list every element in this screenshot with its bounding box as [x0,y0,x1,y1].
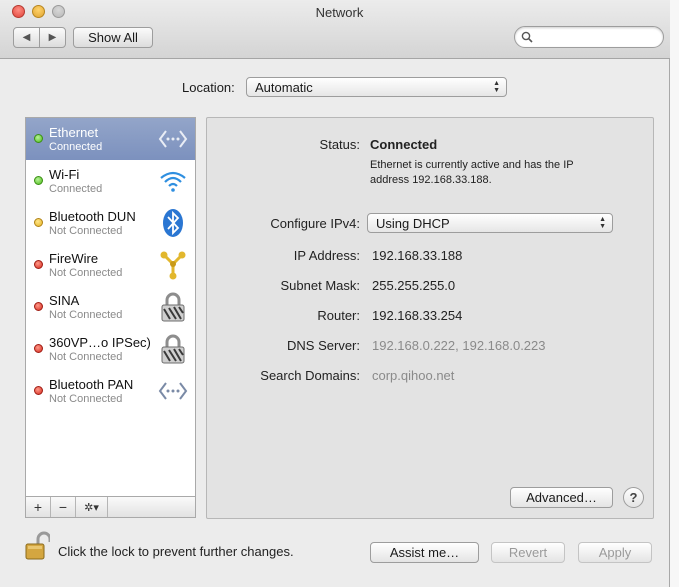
location-value: Automatic [255,79,313,95]
configure-ipv4-value: Using DHCP [376,215,450,231]
forward-button[interactable]: ▶ [39,28,65,47]
bluetooth-pan-icon [157,375,189,407]
remove-service-button[interactable]: − [51,497,76,517]
service-item-sina[interactable]: SINA Not Connected [26,286,195,328]
add-service-button[interactable]: + [26,497,51,517]
subnet-mask-label: Subnet Mask: [280,278,361,293]
lock-icon[interactable] [24,531,52,564]
window-title: Network [315,5,364,20]
back-button[interactable]: ◀ [14,28,39,47]
search-domains-label: Search Domains: [260,368,360,383]
service-list: Ethernet Connected Wi-Fi Connected Bluet… [25,117,196,497]
apply-button[interactable]: Apply [578,542,652,563]
lock-message: Click the lock to prevent further change… [58,544,294,559]
service-item-firewire[interactable]: FireWire Not Connected [26,244,195,286]
search-icon [521,31,533,43]
gear-menu-button[interactable]: ✲▾ [76,497,108,517]
dns-server-label: DNS Server: [287,338,360,353]
router-value: 192.168.33.254 [372,308,463,323]
wifi-icon [157,165,189,197]
dns-server-value: 192.168.0.222, 192.168.0.223 [372,338,546,353]
search-domains-value: corp.qihoo.net [372,368,455,383]
back-forward-buttons: ◀ ▶ [13,27,66,48]
status-indicator [34,176,43,185]
service-status: Not Connected [49,309,123,321]
service-item-360vpn[interactable]: 360VP…o IPSec) Not Connected [26,328,195,370]
status-label: Status: [319,137,360,152]
advanced-button[interactable]: Advanced… [510,487,613,508]
service-name: Bluetooth DUN [49,209,136,224]
service-name: FireWire [49,251,99,266]
service-name: Ethernet [49,125,99,140]
revert-button[interactable]: Revert [491,542,565,563]
service-item-bluetooth-dun[interactable]: Bluetooth DUN Not Connected [26,202,195,244]
service-name: Bluetooth PAN [49,377,134,392]
service-status: Not Connected [49,267,123,279]
show-all-button[interactable]: Show All [73,27,153,48]
location-label: Location: [182,80,235,95]
vpn-lock-icon [157,291,189,323]
status-indicator [34,218,43,227]
service-name: 360VP…o IPSec) [49,335,151,350]
configure-ipv4-label: Configure IPv4: [270,216,360,231]
configure-ipv4-popup[interactable]: Using DHCP ▲ ▼ [367,213,613,233]
ip-address-label: IP Address: [293,248,360,263]
popup-arrows-icon: ▲ ▼ [493,80,500,94]
vpn-lock-icon [157,333,189,365]
service-list-toolbar: + − ✲▾ [25,497,196,518]
titlebar: Network ◀ ▶ Show All [0,0,670,59]
service-name: SINA [49,293,80,308]
assist-me-button[interactable]: Assist me… [370,542,479,563]
router-label: Router: [317,308,360,323]
subnet-mask-value: 255.255.255.0 [372,278,456,293]
service-name: Wi-Fi [49,167,80,182]
service-item-bluetooth-pan[interactable]: Bluetooth PAN Not Connected [26,370,195,412]
search-field[interactable] [514,26,664,48]
service-status: Connected [49,141,103,153]
ip-address-value: 192.168.33.188 [372,248,463,263]
status-indicator [34,260,43,269]
location-popup[interactable]: Automatic ▲ ▼ [246,77,507,97]
network-preferences-window: Network ◀ ▶ Show All Location: Automatic… [0,0,670,587]
popup-arrows-icon: ▲ ▼ [599,216,606,230]
service-status: Connected [49,183,103,195]
status-indicator [34,302,43,311]
status-indicator [34,344,43,353]
ethernet-icon [157,123,189,155]
status-indicator [34,386,43,395]
status-indicator [34,134,43,143]
status-description: Ethernet is currently active and has the… [370,159,574,186]
help-button[interactable]: ? [623,487,644,508]
bluetooth-icon [157,207,189,239]
service-item-wifi[interactable]: Wi-Fi Connected [26,160,195,202]
service-item-ethernet[interactable]: Ethernet Connected [26,118,195,160]
service-status: Not Connected [49,351,123,363]
service-status: Not Connected [49,225,123,237]
background-window-edge [670,0,679,587]
firewire-icon [157,249,189,281]
status-value: Connected [370,137,438,152]
service-status: Not Connected [49,393,123,405]
